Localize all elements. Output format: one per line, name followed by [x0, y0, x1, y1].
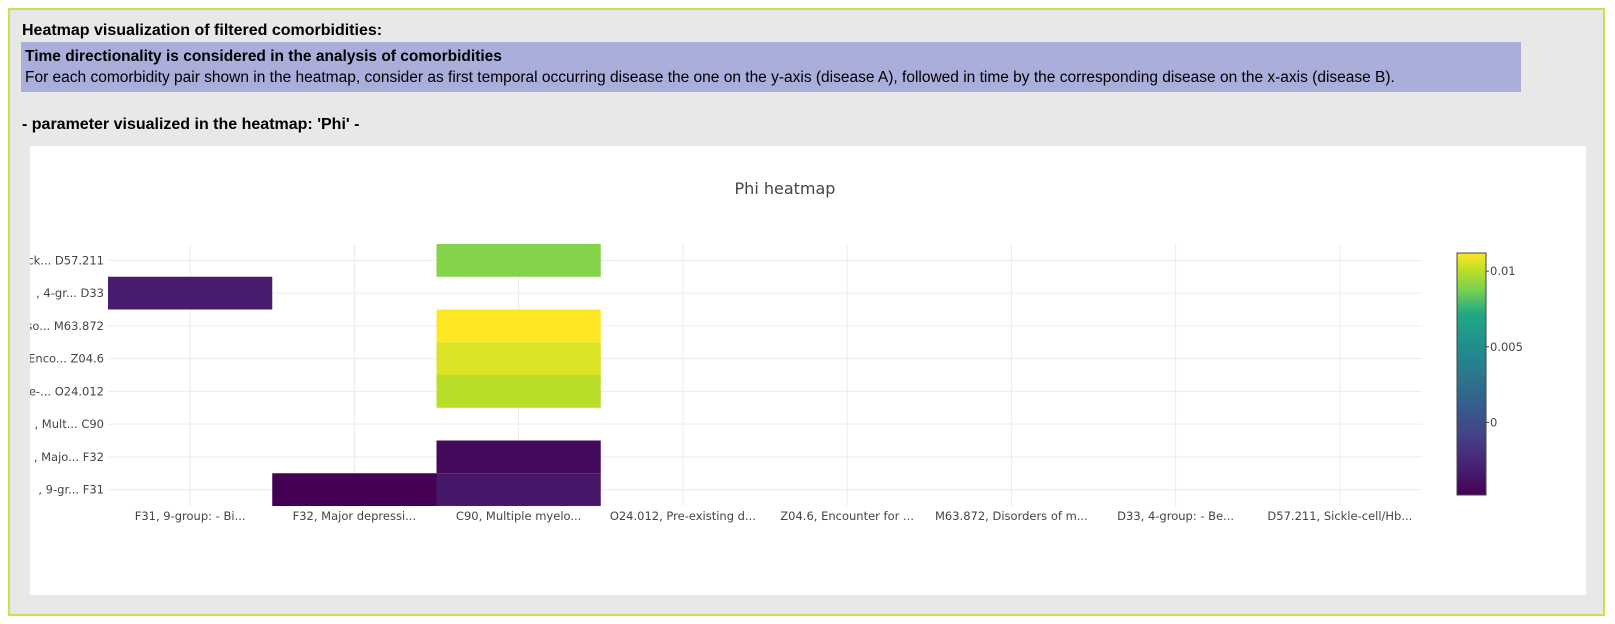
y-tick-label: , Enco... Z04.6	[30, 352, 104, 366]
y-tick-label: , 4-gr... D33	[36, 286, 104, 300]
x-tick-label: D57.211, Sickle-cell/Hb...	[1267, 509, 1412, 523]
heatmap-cell[interactable]	[436, 375, 601, 408]
heatmap-cell[interactable]	[436, 440, 601, 474]
grid-lines	[108, 244, 1422, 506]
y-tick-label: iso... M63.872	[30, 319, 104, 333]
note-title: Time directionality is considered in the…	[25, 48, 502, 65]
y-tick-label: , 9-gr... F31	[38, 483, 104, 497]
heatmap-cell[interactable]	[436, 309, 601, 343]
colorbar-tick-label: 0.005	[1490, 340, 1523, 354]
x-tick-label: F31, 9-group: - Bi...	[135, 509, 246, 523]
y-axis-ticks: , 9-gr... F31 , Majo... F32 , Mult... C90 P…	[18, 253, 104, 497]
x-axis-ticks: F31, 9-group: - Bi... F32, Major depressi…	[135, 509, 1413, 523]
heatmap-cell[interactable]	[436, 473, 601, 506]
heatmap-cell[interactable]	[272, 473, 437, 506]
section-heading: Heatmap visualization of filtered comorb…	[22, 22, 383, 39]
y-tick-label: , Mult... C90	[34, 417, 104, 431]
x-tick-label: Z04.6, Encounter for ...	[780, 509, 914, 523]
colorbar-tick-label: 0	[1490, 415, 1497, 429]
heatmap-cell[interactable]	[108, 276, 273, 310]
note-text: For each comorbidity pair shown in the h…	[25, 69, 1395, 86]
colorbar-gradient	[1456, 252, 1487, 496]
y-tick-label: ick... D57.211	[30, 253, 104, 267]
parameter-label: - parameter visualized in the heatmap: '…	[22, 116, 360, 133]
x-tick-label: D33, 4-group: - Be...	[1117, 509, 1234, 523]
colorbar-tick-label: 0.01	[1490, 264, 1516, 278]
time-directionality-note: Time directionality is considered in the…	[21, 42, 1521, 92]
y-tick-label: , Majo... F32	[34, 450, 104, 464]
comorbidity-panel: Heatmap visualization of filtered comorb…	[8, 8, 1605, 616]
x-tick-label: M63.872, Disorders of m...	[935, 509, 1088, 523]
chart-title: Phi heatmap	[735, 179, 836, 198]
heatmap-plot[interactable]: Phi heatmap , 9-gr... F31, Majo... F32, …	[18, 146, 1586, 595]
x-tick-label: O24.012, Pre-existing d...	[610, 509, 756, 523]
x-tick-label: C90, Multiple myelo...	[456, 509, 581, 523]
heatmap-cell[interactable]	[436, 342, 601, 375]
heatmap-svg[interactable]: Phi heatmap , 9-gr... F31, Majo... F32, …	[18, 146, 1586, 595]
y-tick-label: Pre-... O24.012	[30, 384, 104, 398]
heatmap-cell[interactable]	[436, 244, 601, 277]
x-tick-label: F32, Major depressi...	[293, 509, 417, 523]
colorbar: 0.01 0.005 0	[1456, 252, 1523, 496]
